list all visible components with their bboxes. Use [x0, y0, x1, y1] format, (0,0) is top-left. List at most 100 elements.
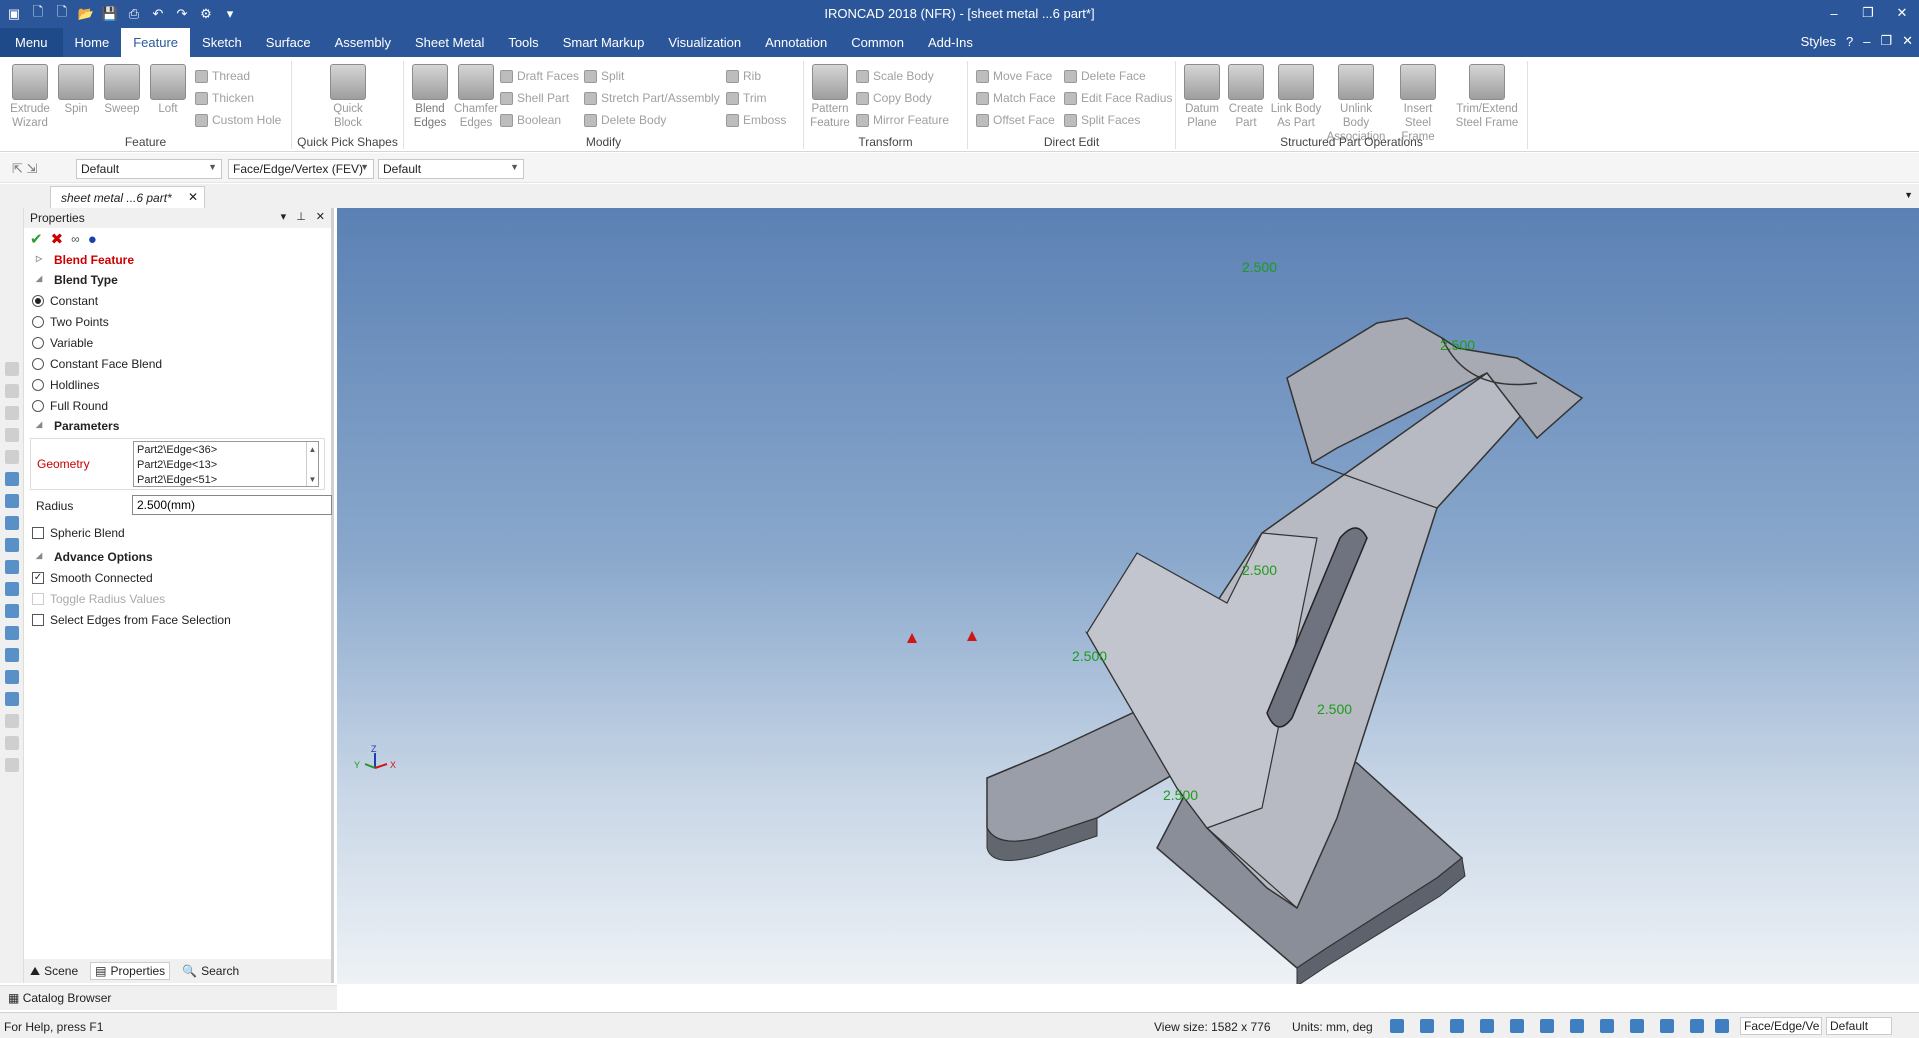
ribbon-close-icon[interactable]: ✕ [1902, 33, 1913, 49]
radio-two-points[interactable]: Two Points [24, 311, 331, 332]
radius-label[interactable]: 2.500 [1072, 648, 1107, 664]
mirror-feature-button[interactable]: Mirror Feature [856, 111, 949, 129]
view-icon[interactable] [5, 494, 19, 508]
list-item[interactable]: Part2\Edge<36> [137, 443, 315, 458]
select-icon[interactable] [1660, 1019, 1674, 1033]
tab-properties[interactable]: ▤ Properties [90, 962, 171, 980]
cursor-icon[interactable] [1715, 1019, 1729, 1033]
preview-glasses-icon[interactable]: ∞ [71, 232, 80, 246]
tool-icon[interactable] [5, 450, 19, 464]
rib-button[interactable]: Rib [726, 67, 761, 85]
unlink-body-button[interactable]: Unlink Body Association [1326, 64, 1386, 144]
help-icon[interactable]: ? [1846, 34, 1853, 49]
parameters-section[interactable]: ◢ Parameters [24, 416, 331, 436]
loft-button[interactable]: Loft [146, 64, 190, 116]
draft-faces-button[interactable]: Draft Faces [500, 67, 579, 85]
radio-button[interactable] [32, 294, 44, 307]
3d-viewport[interactable]: 2.500 2.500 2.500 2.500 2.500 2.500 Z Y … [337, 208, 1919, 987]
render-style-combo[interactable]: Default ▼ [378, 159, 524, 179]
split-faces-button[interactable]: Split Faces [1064, 111, 1140, 129]
ribbon-minimize-icon[interactable]: ‒ [1863, 34, 1870, 49]
dropdown-icon[interactable]: ▾ [220, 4, 240, 24]
view-icon[interactable] [5, 648, 19, 662]
tab-surface[interactable]: Surface [254, 28, 323, 57]
radio-full-round[interactable]: Full Round [24, 395, 331, 416]
close-tab-icon[interactable]: ✕ [188, 190, 198, 204]
close-button[interactable]: ✕ [1885, 0, 1919, 26]
tab-menu[interactable]: Menu [0, 28, 63, 57]
radio-holdlines[interactable]: Holdlines [24, 374, 331, 395]
close-panel-icon[interactable]: ✕ [316, 210, 325, 223]
tab-scene[interactable]: ⛰ Scene [30, 964, 78, 979]
save-icon[interactable]: 💾 [100, 4, 120, 24]
tab-list-icon[interactable]: ▼ [1904, 190, 1913, 200]
status-style-combo[interactable]: Default [1826, 1017, 1892, 1035]
trim-button[interactable]: Trim [726, 89, 767, 107]
redo-icon[interactable]: ↷ [172, 4, 192, 24]
status-filter-combo[interactable]: Face/Edge/Ve [1740, 1017, 1822, 1035]
sweep-button[interactable]: Sweep [100, 64, 144, 116]
view-icon[interactable] [5, 560, 19, 574]
advance-options-section[interactable]: ◢ Advance Options [24, 547, 331, 567]
blend-type-section[interactable]: ◢ Blend Type [24, 270, 331, 290]
radius-label[interactable]: 2.500 [1317, 701, 1352, 717]
zoom-icon[interactable] [1390, 1019, 1404, 1033]
part-model[interactable]: 2.500 2.500 2.500 2.500 2.500 2.500 Z Y … [337, 208, 1919, 987]
tab-add-ins[interactable]: Add-Ins [916, 28, 985, 57]
restore-button[interactable]: ❐ [1851, 0, 1885, 26]
checkbox[interactable] [32, 526, 44, 539]
thicken-button[interactable]: Thicken [195, 89, 254, 107]
render-icon[interactable] [1540, 1019, 1554, 1033]
tool-icon[interactable] [5, 362, 19, 376]
tool-icon[interactable] [5, 736, 19, 750]
settings-icon[interactable]: ⚙ [196, 4, 216, 24]
smooth-connected-option[interactable]: ✓ Smooth Connected [24, 567, 331, 588]
emboss-button[interactable]: Emboss [726, 111, 786, 129]
view-icon[interactable] [5, 604, 19, 618]
insert-steel-button[interactable]: Insert Steel Frame [1390, 64, 1446, 144]
stretch-button[interactable]: Stretch Part/Assembly [584, 89, 720, 107]
minimize-button[interactable]: ‒ [1817, 0, 1851, 26]
open-icon[interactable]: 📂 [76, 4, 96, 24]
cancel-x-icon[interactable]: ✖ [51, 230, 64, 248]
ribbon-restore-icon[interactable]: ❐ [1880, 33, 1892, 49]
split-button[interactable]: Split [584, 67, 624, 85]
spheric-blend-option[interactable]: Spheric Blend [24, 522, 331, 543]
select-edges-option[interactable]: Select Edges from Face Selection [24, 609, 331, 630]
list-scrollbar[interactable]: ▲ ▼ [306, 442, 318, 486]
extrude-wizard-button[interactable]: Extrude Wizard [8, 64, 52, 130]
radio-constant-face-blend[interactable]: Constant Face Blend [24, 353, 331, 374]
view-icon[interactable] [5, 582, 19, 596]
view-icon[interactable] [5, 538, 19, 552]
tool-icon[interactable] [5, 428, 19, 442]
print-icon[interactable]: ⎙ [124, 4, 144, 24]
thread-button[interactable]: Thread [195, 67, 250, 85]
checkbox[interactable] [32, 613, 44, 626]
render-icon[interactable] [1570, 1019, 1584, 1033]
pin-icon[interactable]: ⊥ [296, 210, 306, 223]
tab-assembly[interactable]: Assembly [323, 28, 403, 57]
tab-feature[interactable]: Feature [121, 28, 191, 57]
create-part-button[interactable]: Create Part [1224, 64, 1268, 130]
dropdown-icon[interactable]: ▾ [281, 210, 287, 223]
zoom-fit-icon[interactable] [1420, 1019, 1434, 1033]
tab-search[interactable]: 🔍 Search [182, 964, 239, 978]
edit-face-radius-button[interactable]: Edit Face Radius [1064, 89, 1172, 107]
render-icon[interactable] [1630, 1019, 1644, 1033]
shell-part-button[interactable]: Shell Part [500, 89, 569, 107]
radio-button[interactable] [32, 357, 44, 370]
tab-sketch[interactable]: Sketch [190, 28, 254, 57]
apply-dot-icon[interactable]: ● [88, 231, 97, 248]
view-icon[interactable] [1510, 1019, 1524, 1033]
boolean-button[interactable]: Boolean [500, 111, 561, 129]
tool-icon[interactable] [5, 758, 19, 772]
delete-body-button[interactable]: Delete Body [584, 111, 666, 129]
view-icon[interactable] [5, 692, 19, 706]
view-icon[interactable] [5, 472, 19, 486]
radio-button[interactable] [32, 399, 44, 412]
new-scene-icon[interactable]: 🗋 [52, 4, 72, 24]
radio-variable[interactable]: Variable [24, 332, 331, 353]
trim-steel-button[interactable]: Trim/Extend Steel Frame [1452, 64, 1522, 130]
view-icon[interactable] [1480, 1019, 1494, 1033]
view-icon[interactable] [5, 670, 19, 684]
